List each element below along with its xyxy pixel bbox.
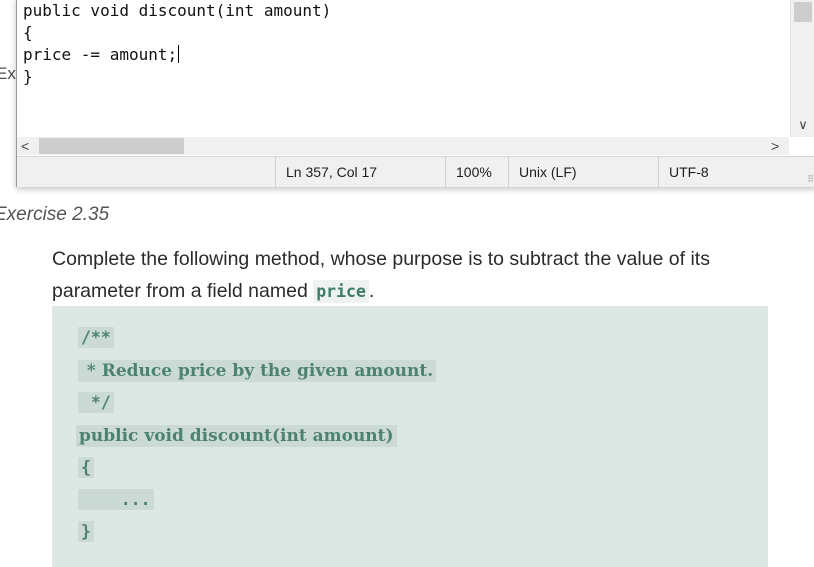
- status-line-ending: Unix (LF): [508, 157, 649, 187]
- scroll-right-arrow-icon[interactable]: >: [771, 137, 779, 155]
- exercise-text-after: .: [368, 280, 375, 302]
- status-bar: Ln 357, Col 17 100% Unix (LF) UTF-8 ⠿: [17, 156, 814, 187]
- exercise-text-before: Complete the following method, whose pur…: [52, 248, 710, 302]
- horizontal-scroll-thumb[interactable]: [39, 138, 184, 154]
- editor-line-3: price -= amount;: [23, 45, 180, 64]
- code-line-comment-body: * Reduce price by the given amount.: [78, 360, 437, 382]
- editor-text-area[interactable]: public void discount(int amount) { price…: [17, 0, 789, 139]
- scroll-left-arrow-icon[interactable]: <: [21, 137, 29, 155]
- scroll-down-arrow-icon[interactable]: ∨: [791, 117, 814, 133]
- exercise-heading: Exercise 2.35: [0, 204, 110, 225]
- code-line-comment-close: */: [78, 392, 114, 413]
- vertical-scroll-thumb[interactable]: [794, 2, 812, 22]
- code-line-ellipsis: ...: [78, 489, 154, 510]
- notepad-editor-window[interactable]: public void discount(int amount) { price…: [16, 0, 814, 187]
- editor-line-1: public void discount(int amount): [23, 1, 332, 20]
- code-block: /** * Reduce price by the given amount. …: [52, 306, 768, 567]
- exercise-description: Complete the following method, whose pur…: [52, 243, 772, 308]
- code-line-comment-open: /**: [78, 327, 114, 348]
- horizontal-scrollbar[interactable]: < >: [17, 137, 789, 155]
- status-cursor-position: Ln 357, Col 17: [275, 157, 446, 187]
- code-line-signature: public void discount(int amount): [76, 425, 397, 447]
- vertical-scrollbar[interactable]: ∨: [790, 0, 814, 137]
- editor-line-4: }: [23, 67, 33, 86]
- text-caret: [178, 45, 180, 63]
- status-zoom-level: 100%: [445, 157, 508, 187]
- code-line-close-brace: }: [78, 521, 94, 542]
- resize-grip-icon[interactable]: ⠿: [807, 174, 814, 185]
- editor-line-2: {: [23, 23, 33, 42]
- code-line-open-brace: {: [78, 457, 94, 478]
- obscured-heading: Exe: [0, 64, 16, 83]
- inline-code-price: price: [313, 280, 369, 303]
- status-encoding: UTF-8: [658, 157, 789, 187]
